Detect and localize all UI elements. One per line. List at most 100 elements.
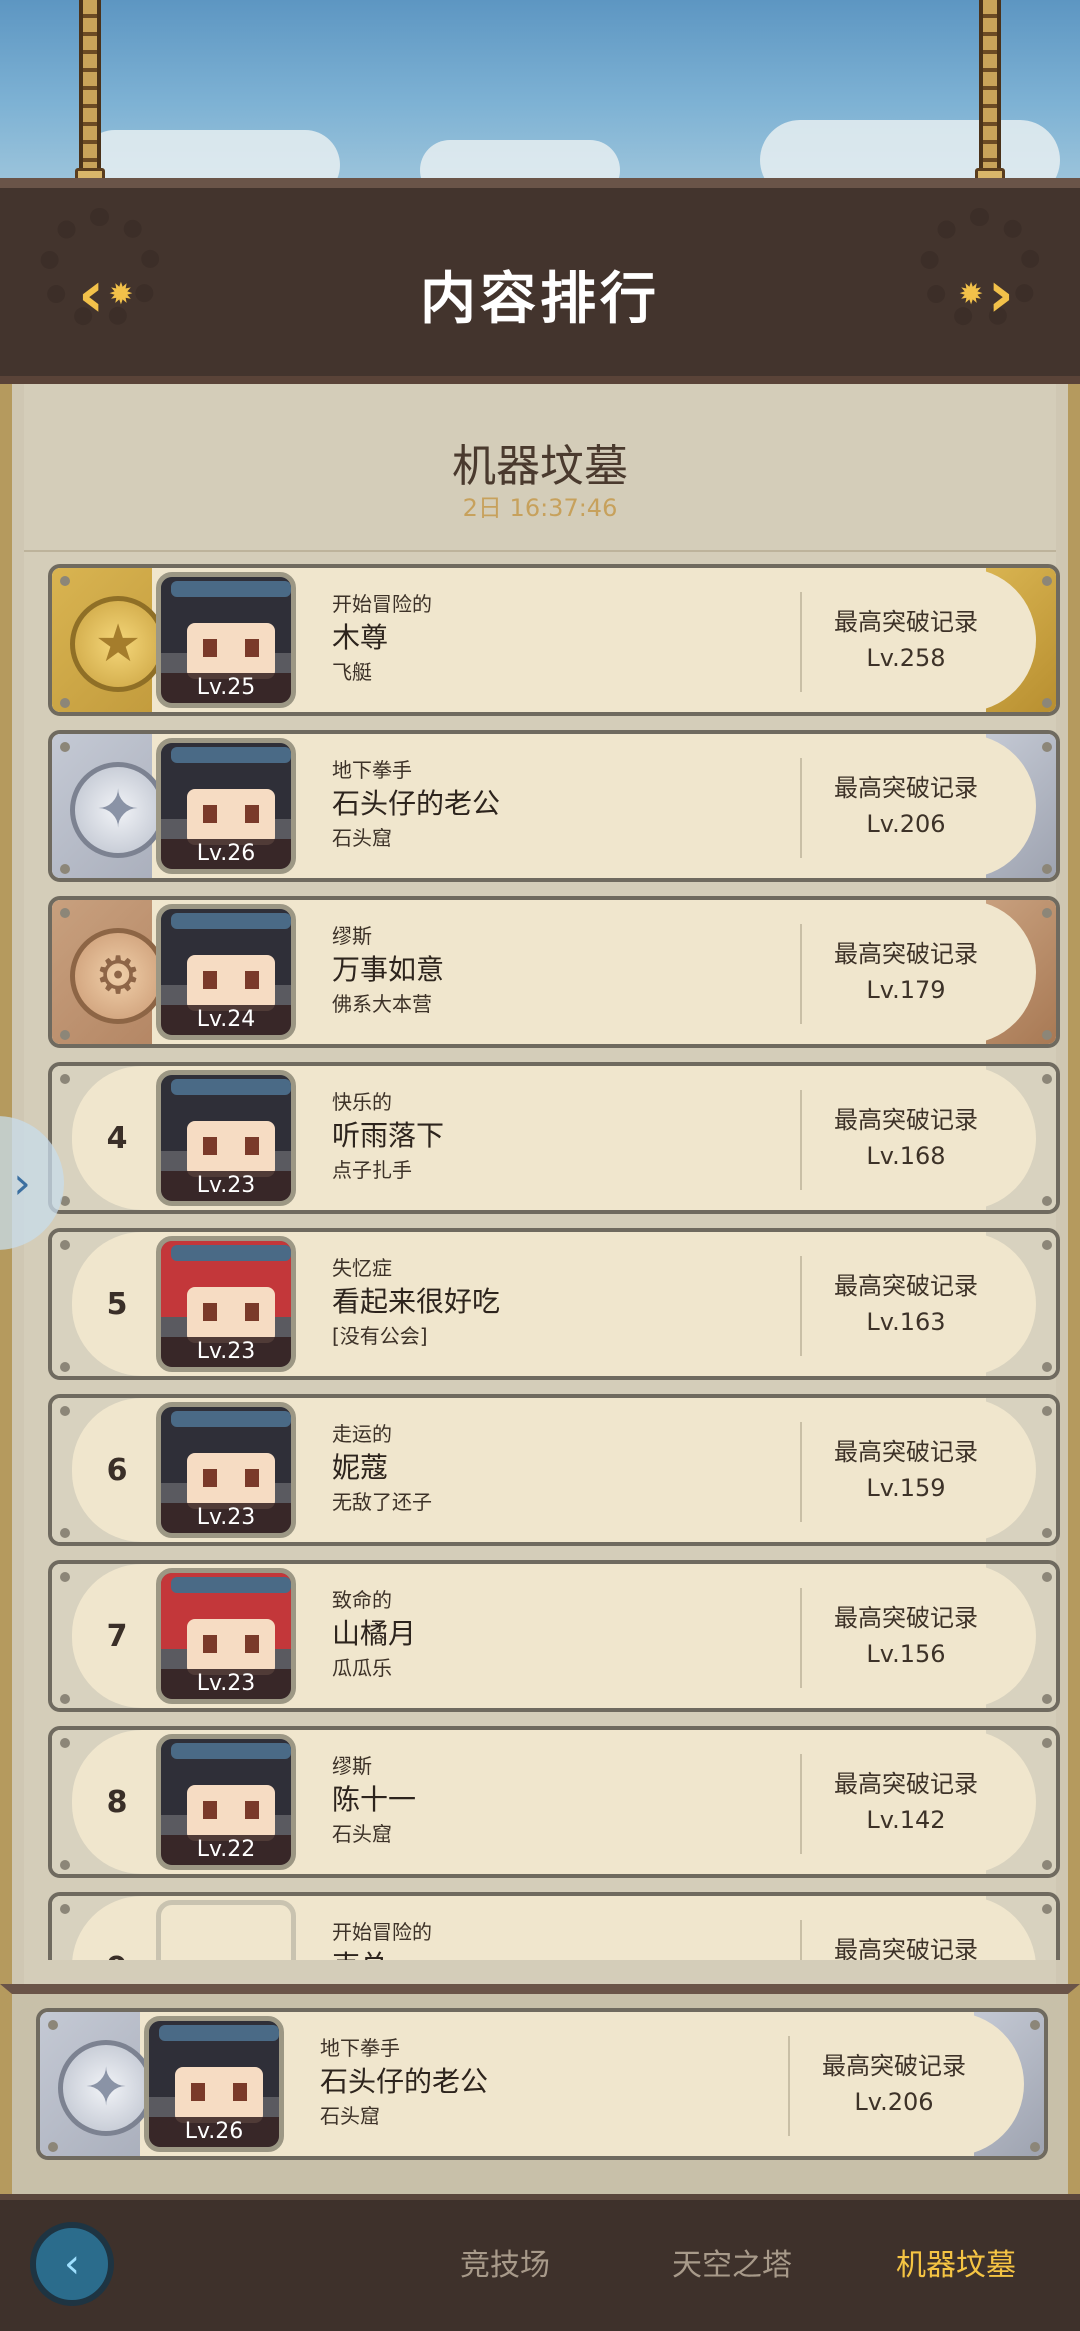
player-avatar[interactable]: Lv.26 bbox=[156, 738, 296, 874]
ranking-row[interactable]: ✦ Lv.26 地下拳手 石头仔的老公 石头窟 最高突破记录 Lv.206 bbox=[48, 730, 1060, 882]
rivet-decoration bbox=[1042, 1904, 1052, 1914]
row-divider bbox=[800, 924, 802, 1024]
player-avatar[interactable]: Lv.22 bbox=[156, 1734, 296, 1870]
player-level: Lv.26 bbox=[149, 2117, 279, 2147]
player-avatar[interactable]: Lv.26 bbox=[144, 2016, 284, 2152]
avatar-eye bbox=[245, 1469, 259, 1487]
rivet-decoration bbox=[48, 2020, 58, 2030]
avatar-face bbox=[187, 1121, 275, 1177]
hanging-chain-right bbox=[979, 0, 1001, 172]
my-ranking-row[interactable]: ✦ Lv.26 地下拳手 石头仔的老公 石头窟 最高突破记录 Lv.206 bbox=[36, 2008, 1048, 2160]
player-avatar[interactable]: Lv.25 bbox=[156, 572, 296, 708]
rivet-decoration bbox=[1042, 864, 1052, 874]
best-record-label: 最高突破记录 bbox=[834, 1438, 978, 1466]
row-divider bbox=[800, 1588, 802, 1688]
best-record-value: Lv.168 bbox=[866, 1142, 946, 1170]
player-info: 致命的 山橘月 瓜瓜乐 bbox=[332, 1586, 792, 1682]
ranking-row[interactable]: 9 开始冒险的克总最高突破记录Lv.140 bbox=[48, 1892, 1060, 1960]
player-info: 缪斯 万事如意 佛系大本营 bbox=[332, 922, 792, 1018]
player-title: 开始冒险的 bbox=[332, 592, 432, 616]
rank-number: 9 bbox=[92, 1896, 142, 1961]
rivet-decoration bbox=[48, 2142, 58, 2152]
ranking-list[interactable]: ★ Lv.25 开始冒险的 木尊 飞艇 最高突破记录 Lv.258 ✦ Lv.26 地下拳手 石头仔… bbox=[48, 560, 1060, 1960]
rivet-decoration bbox=[1030, 2020, 1040, 2030]
silver-medal-icon: ✦ bbox=[70, 762, 166, 858]
avatar-eye bbox=[245, 971, 259, 989]
rivet-decoration bbox=[60, 864, 70, 874]
rivet-decoration bbox=[1042, 742, 1052, 752]
avatar-eye bbox=[245, 1137, 259, 1155]
rivet-decoration bbox=[1042, 698, 1052, 708]
page-title: 内容排行 bbox=[420, 267, 660, 332]
best-record-label: 最高突破记录 bbox=[834, 1106, 978, 1134]
avatar-goggles bbox=[171, 1079, 291, 1095]
rivet-decoration bbox=[1042, 1694, 1052, 1704]
rivet-decoration bbox=[1042, 1030, 1052, 1040]
rivet-decoration bbox=[60, 1860, 70, 1870]
ranking-row[interactable]: 4 Lv.23 快乐的 听雨落下 点子扎手 最高突破记录 Lv.168 bbox=[48, 1062, 1060, 1214]
avatar-face bbox=[187, 1785, 275, 1841]
best-record: 最高突破记录 Lv.206 bbox=[792, 2048, 996, 2120]
player-avatar[interactable] bbox=[156, 1900, 296, 1960]
player-guild: 无敌了还子 bbox=[332, 1490, 432, 1514]
avatar-eye bbox=[245, 805, 259, 823]
player-guild: 点子扎手 bbox=[332, 1158, 412, 1182]
silver-medal-icon: ✦ bbox=[58, 2040, 154, 2136]
player-guild: 佛系大本营 bbox=[332, 992, 432, 1016]
best-record: 最高突破记录Lv.140 bbox=[804, 1932, 1008, 1960]
player-level: Lv.23 bbox=[161, 1337, 291, 1367]
avatar-eye bbox=[203, 1137, 217, 1155]
tab-machine-tomb[interactable]: 机器坟墓 bbox=[896, 2240, 1016, 2284]
player-name: 木尊 bbox=[332, 621, 389, 654]
avatar-goggles bbox=[159, 2025, 279, 2041]
avatar-face bbox=[175, 2067, 263, 2123]
rivet-decoration bbox=[60, 1528, 70, 1538]
player-level: Lv.26 bbox=[161, 839, 291, 869]
player-avatar[interactable]: Lv.23 bbox=[156, 1070, 296, 1206]
avatar-eye bbox=[191, 2083, 205, 2101]
avatar-goggles bbox=[171, 1245, 291, 1261]
avatar-eye bbox=[203, 805, 217, 823]
best-record-label: 最高突破记录 bbox=[834, 1604, 978, 1632]
season-countdown: 2日 16:37:46 bbox=[462, 494, 618, 522]
rivet-decoration bbox=[1042, 1240, 1052, 1250]
row-divider bbox=[800, 1754, 802, 1854]
rivet-decoration bbox=[1042, 1362, 1052, 1372]
player-avatar[interactable]: Lv.24 bbox=[156, 904, 296, 1040]
row-divider bbox=[800, 1422, 802, 1522]
avatar-goggles bbox=[171, 747, 291, 763]
player-avatar[interactable]: Lv.23 bbox=[156, 1568, 296, 1704]
tab-arena[interactable]: 竞技场 bbox=[460, 2240, 550, 2284]
player-info: 开始冒险的克总 bbox=[332, 1918, 792, 1960]
player-name: 看起来很好吃 bbox=[332, 1285, 501, 1318]
tab-sky-tower[interactable]: 天空之塔 bbox=[672, 2240, 792, 2284]
player-guild: [没有公会] bbox=[332, 1324, 428, 1348]
ranking-row[interactable]: 6 Lv.23 走运的 妮蔻 无敌了还子 最高突破记录 Lv.159 bbox=[48, 1394, 1060, 1546]
player-title: 致命的 bbox=[332, 1588, 392, 1612]
hanging-chain-left bbox=[79, 0, 101, 172]
best-record: 最高突破记录 Lv.142 bbox=[804, 1766, 1008, 1838]
avatar-goggles bbox=[171, 1743, 291, 1759]
player-level: Lv.23 bbox=[161, 1171, 291, 1201]
best-record-label: 最高突破记录 bbox=[834, 1936, 978, 1960]
best-record: 最高突破记录 Lv.206 bbox=[804, 770, 1008, 842]
ranking-row[interactable]: ⚙ Lv.24 缪斯 万事如意 佛系大本营 最高突破记录 Lv.179 bbox=[48, 896, 1060, 1048]
avatar-eye bbox=[245, 1801, 259, 1819]
best-record-value: Lv.142 bbox=[866, 1806, 946, 1834]
ranking-row[interactable]: ★ Lv.25 开始冒险的 木尊 飞艇 最高突破记录 Lv.258 bbox=[48, 564, 1060, 716]
best-record-value: Lv.179 bbox=[866, 976, 946, 1004]
ranking-row[interactable]: 5 Lv.23 失忆症 看起来很好吃 [没有公会] 最高突破记录 Lv.163 bbox=[48, 1228, 1060, 1380]
avatar-eye bbox=[245, 1303, 259, 1321]
ranking-row[interactable]: 7 Lv.23 致命的 山橘月 瓜瓜乐 最高突破记录 Lv.156 bbox=[48, 1560, 1060, 1712]
player-title: 走运的 bbox=[332, 1422, 392, 1446]
back-button[interactable]: ‹ bbox=[30, 2222, 114, 2306]
player-avatar[interactable]: Lv.23 bbox=[156, 1236, 296, 1372]
gold-medal-icon: ★ bbox=[70, 596, 166, 692]
ranking-row[interactable]: 8 Lv.22 缪斯 陈十一 石头窟 最高突破记录 Lv.142 bbox=[48, 1726, 1060, 1878]
best-record: 最高突破记录 Lv.163 bbox=[804, 1268, 1008, 1340]
avatar-face bbox=[187, 623, 275, 679]
player-guild: 瓜瓜乐 bbox=[332, 1656, 392, 1680]
player-guild: 飞艇 bbox=[332, 660, 372, 684]
row-divider bbox=[788, 2036, 790, 2136]
player-avatar[interactable]: Lv.23 bbox=[156, 1402, 296, 1538]
